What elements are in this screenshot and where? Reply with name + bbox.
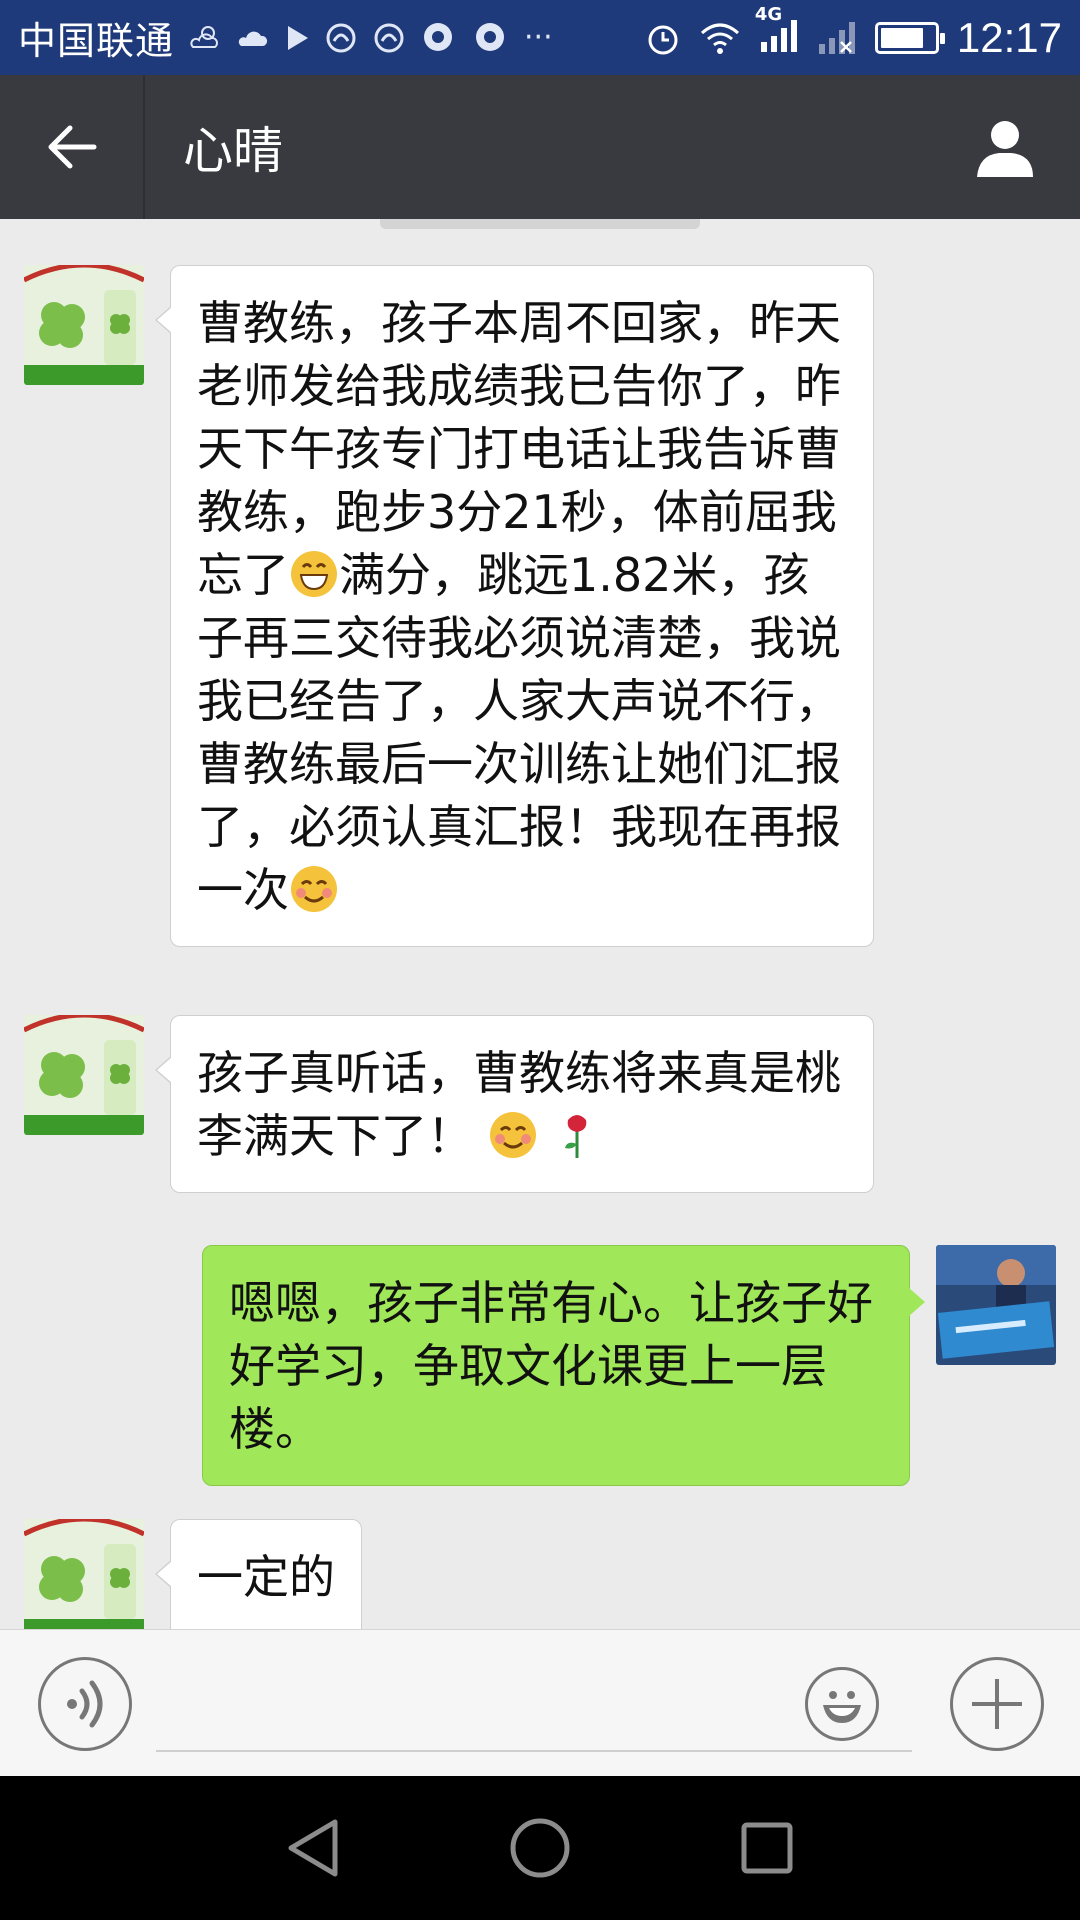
chat-header: 心晴 [0, 75, 1080, 219]
clover-avatar[interactable] [24, 265, 144, 385]
app-icon-a [326, 23, 356, 52]
system-nav-bar [0, 1776, 1080, 1920]
message-row: 曹教练，孩子本周不回家，昨天老师发给我成绩我已告你了，昨天下午孩专门打电话让我告… [24, 265, 874, 947]
chat-title: 心晴 [183, 122, 283, 180]
grin-emoji-icon [291, 551, 337, 597]
emoji-button[interactable] [805, 1667, 879, 1741]
play-icon [288, 25, 309, 50]
chat-app-icon-b [476, 22, 505, 51]
clover-image [24, 265, 144, 385]
blush-emoji-icon [489, 1112, 536, 1158]
carrier-name: 中国联通 [18, 19, 175, 63]
clock: 12:17 [956, 13, 1062, 61]
message-bubble[interactable]: 一定的 [155, 1519, 362, 1629]
message-bubble-outgoing[interactable]: 嗯嗯，孩子非常有心。让孩子好好学习，争取文化课更上一层楼。 [202, 1245, 925, 1486]
chat-app-icon-a [424, 22, 453, 51]
message-text: 一定的 [197, 1550, 335, 1604]
runner-image [936, 1245, 1056, 1365]
emoji-icon [823, 1691, 861, 1723]
wifi-icon [700, 23, 739, 54]
notification-icons: ··· [188, 20, 553, 55]
square-recents-icon [741, 1822, 793, 1874]
message-row: 一定的 [24, 1519, 362, 1629]
network-type: 4G [754, 3, 783, 25]
signal-off-icon [818, 21, 855, 54]
circle-home-icon [510, 1818, 570, 1878]
clover-avatar[interactable] [24, 1015, 144, 1135]
message-text-cont: 满分，跳远1.82米，孩子再三交待我必须说清楚，我说我已经告了，人家大声说不行，… [197, 548, 841, 917]
voice-icon [67, 1680, 103, 1728]
runner-avatar[interactable] [936, 1245, 1056, 1365]
voice-button[interactable] [38, 1657, 132, 1751]
nav-back-button[interactable] [273, 1808, 353, 1888]
status-right: 4G 12:17 [645, 4, 1062, 62]
battery-icon [874, 21, 945, 54]
profile-button[interactable] [930, 75, 1080, 219]
blush-emoji-icon [291, 866, 337, 912]
status-bar: 中国联通 ··· 4G 12:17 [0, 0, 1080, 75]
message-row-outgoing: 嗯嗯，孩子非常有心。让孩子好好学习，争取文化课更上一层楼。 [202, 1245, 1056, 1486]
more-actions-button[interactable] [950, 1657, 1044, 1751]
message-bubble[interactable]: 孩子真听话，曹教练将来真是桃李满天下了！ [155, 1015, 874, 1193]
clover-image [24, 1519, 144, 1629]
app-icon-b [374, 23, 404, 52]
message-row: 孩子真听话，曹教练将来真是桃李满天下了！ [24, 1015, 874, 1193]
message-list[interactable]: 曹教练，孩子本周不回家，昨天老师发给我成绩我已告你了，昨天下午孩专门打电话让我告… [0, 219, 1080, 1629]
message-text: 嗯嗯，孩子非常有心。让孩子好好学习，争取文化课更上一层楼。 [229, 1276, 873, 1456]
triangle-back-icon [288, 1819, 338, 1877]
message-input[interactable] [156, 1750, 912, 1752]
rose-emoji-icon [565, 1115, 587, 1158]
message-bubble[interactable]: 曹教练，孩子本周不回家，昨天老师发给我成绩我已告你了，昨天下午孩专门打电话让我告… [155, 265, 874, 947]
clover-image [24, 1015, 144, 1135]
alarm-icon [648, 25, 678, 54]
arrow-left-icon [48, 125, 96, 169]
weather-icon [190, 25, 218, 48]
cloud-icon [238, 31, 268, 46]
nav-home-button[interactable] [500, 1808, 580, 1888]
clover-avatar[interactable] [24, 1519, 144, 1629]
nav-recents-button[interactable] [727, 1808, 807, 1888]
person-icon [977, 121, 1033, 177]
back-button[interactable] [0, 75, 145, 219]
more-notifications-icon: ··· [524, 20, 553, 55]
input-bar [0, 1629, 1080, 1776]
plus-icon [972, 1679, 1022, 1729]
signal-4g: 4G [755, 4, 799, 58]
